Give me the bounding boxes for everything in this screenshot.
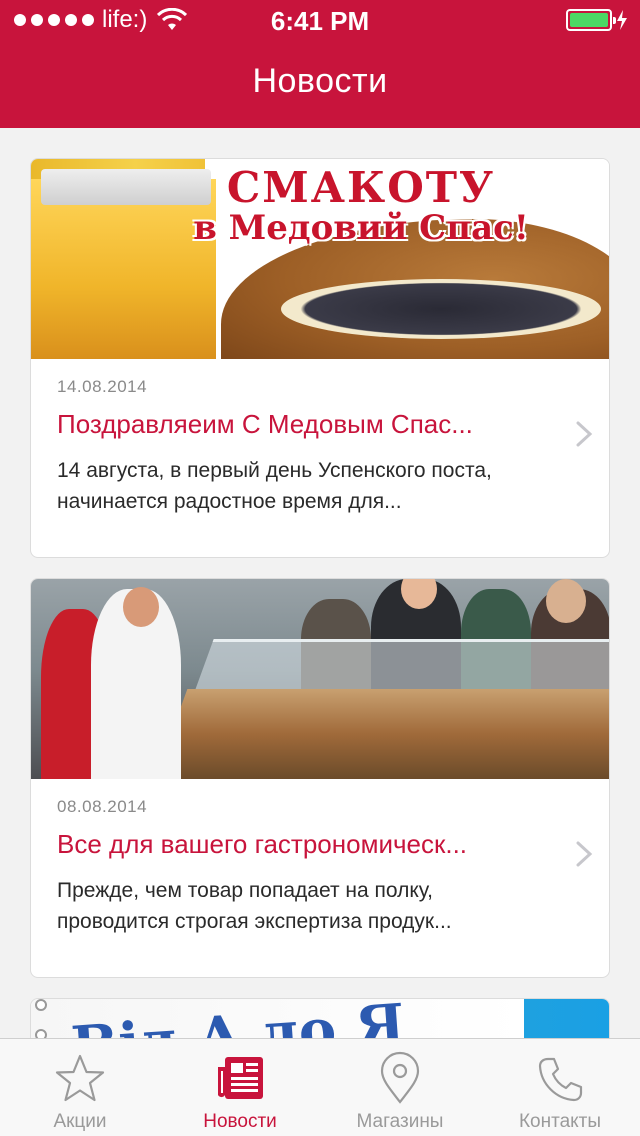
tab-label: Контакты — [518, 1111, 602, 1132]
star-icon — [55, 1054, 105, 1102]
battery-icon — [566, 9, 616, 31]
nav-header: life:) 6:41 PM Новости — [0, 0, 640, 128]
page-title: Новости — [252, 62, 388, 100]
news-card[interactable]: 08.08.2014 Все для вашего гастрономическ… — [30, 578, 610, 978]
news-image-a-to-ya: Від А до Я — [31, 999, 609, 1038]
person-head — [546, 579, 586, 623]
image-banner-text: СМАКОТУ в Медовий Спас! — [151, 163, 571, 248]
map-pin-icon — [380, 1051, 420, 1104]
newspaper-icon — [218, 1057, 263, 1099]
battery-indicator — [566, 9, 628, 31]
tab-promotions[interactable]: Акции — [0, 1039, 160, 1136]
news-feed[interactable]: СМАКОТУ в Медовий Спас! 14.08.2014 Поздр… — [0, 128, 640, 1038]
news-date: 08.08.2014 — [57, 797, 148, 816]
news-title[interactable]: Все для вашего гастрономическ... — [57, 829, 567, 860]
food-counter — [154, 689, 609, 779]
image-banner-text: Від А до Я — [69, 999, 407, 1038]
news-card-body: 08.08.2014 Все для вашего гастрономическ… — [31, 779, 609, 977]
tab-news[interactable]: Новости — [160, 1039, 320, 1136]
tab-stores[interactable]: Магазины — [320, 1039, 480, 1136]
charging-icon — [617, 10, 627, 30]
news-excerpt: Прежде, чем товар попадает на полку, про… — [57, 879, 452, 933]
news-image-market-counter — [31, 579, 609, 779]
news-title[interactable]: Поздравляеим С Медовым Спас... — [57, 409, 567, 440]
chevron-right-icon[interactable] — [575, 841, 593, 867]
news-card[interactable]: СМАКОТУ в Медовий Спас! 14.08.2014 Поздр… — [30, 158, 610, 558]
news-image-honey-cake: СМАКОТУ в Медовий Спас! — [31, 159, 609, 359]
notebook-rings — [35, 999, 51, 1038]
news-card-body: 14.08.2014 Поздравляеим С Медовым Спас..… — [31, 359, 609, 557]
status-bar: life:) 6:41 PM — [0, 0, 640, 40]
app-screen: life:) 6:41 PM Новости СМАКОТУ в Медовий… — [0, 0, 640, 1136]
person-head — [123, 587, 159, 627]
poppy-filling — [281, 279, 601, 339]
phone-icon — [538, 1057, 583, 1102]
tab-label: Акции — [53, 1111, 107, 1132]
tab-contacts[interactable]: Контакты — [480, 1039, 640, 1136]
tab-label: Магазины — [356, 1111, 444, 1132]
status-time: 6:41 PM — [270, 6, 370, 36]
news-excerpt: 14 августа, в первый день Успенского пос… — [57, 459, 492, 513]
news-date: 14.08.2014 — [57, 377, 148, 396]
tab-label: Новости — [203, 1111, 277, 1132]
news-card[interactable]: Від А до Я — [30, 998, 610, 1038]
chevron-right-icon[interactable] — [575, 421, 593, 447]
banner-line-2: в Медовий Спас! — [193, 208, 529, 248]
banner-line-1: СМАКОТУ — [226, 163, 496, 212]
tab-bar: Акции Новости Магазины Контакты — [0, 1038, 640, 1136]
